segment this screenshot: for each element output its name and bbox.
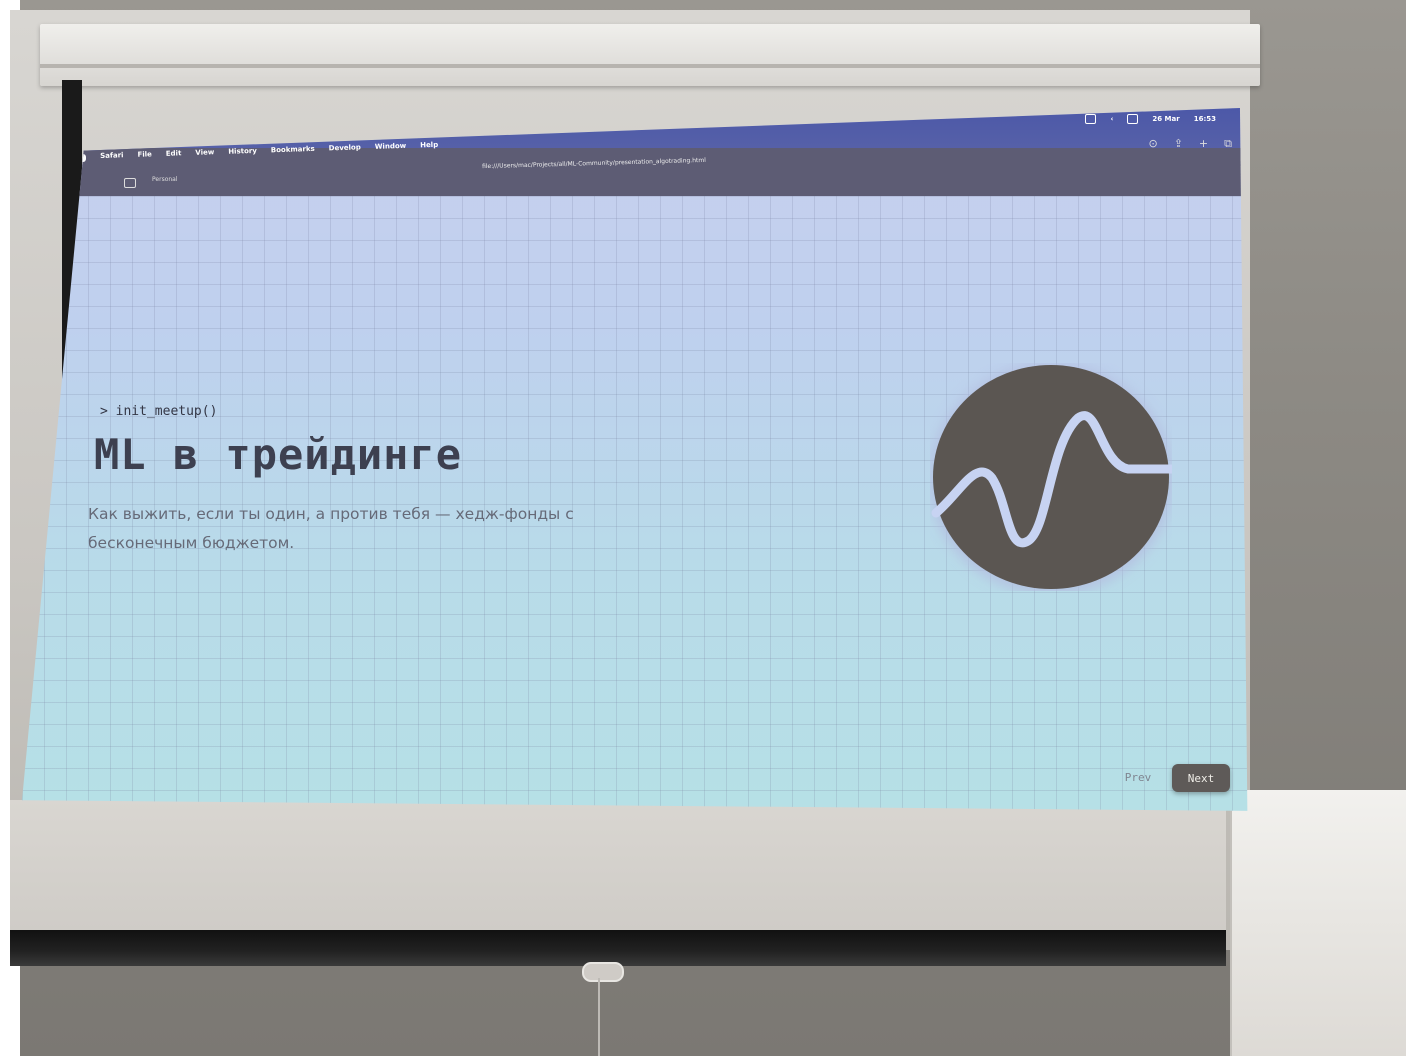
share-icon[interactable]: ⇪ xyxy=(1174,138,1183,149)
wave-logo-icon xyxy=(930,363,1172,591)
new-tab-icon[interactable]: + xyxy=(1199,138,1208,149)
menu-safari[interactable]: Safari xyxy=(100,151,124,160)
menu-view[interactable]: View xyxy=(195,148,214,157)
control-center-icon[interactable] xyxy=(1127,114,1139,124)
slide-title: ML в трейдинге xyxy=(94,430,463,479)
screen-case xyxy=(40,24,1260,86)
menu-bookmarks[interactable]: Bookmarks xyxy=(271,145,315,154)
next-button[interactable]: Next xyxy=(1172,764,1230,792)
slide-prompt: > init_meetup() xyxy=(100,404,218,419)
status-time: 16:53 xyxy=(1193,115,1216,123)
prev-button[interactable]: Prev xyxy=(1110,764,1166,790)
pull-cord xyxy=(598,978,600,1056)
download-icon[interactable]: ⊙ xyxy=(1148,138,1157,149)
back-chevron-icon[interactable]: ‹ xyxy=(1110,115,1113,123)
pull-handle xyxy=(582,962,624,982)
screen-lower-area xyxy=(10,800,1226,930)
slide-subtitle: Как выжить, если ты один, а против тебя … xyxy=(88,505,574,552)
side-cabinet xyxy=(1230,790,1406,1056)
sidebar-icon[interactable] xyxy=(124,178,136,188)
tabs-overview-icon[interactable]: ⧉ xyxy=(1224,138,1232,149)
menu-history[interactable]: History xyxy=(228,147,257,156)
menu-develop[interactable]: Develop xyxy=(329,143,361,152)
menu-help[interactable]: Help xyxy=(420,141,438,150)
profile-selector[interactable]: Personal xyxy=(152,176,178,183)
screen-bottom-rod xyxy=(10,930,1226,966)
browser-actions: ⊙ ⇪ + ⧉ xyxy=(1148,138,1232,149)
status-date: 26 Mar xyxy=(1152,115,1180,123)
projected-slide: Safari File Edit View History Bookmarks … xyxy=(22,108,1248,811)
battery-icon[interactable] xyxy=(1085,114,1097,124)
menu-file[interactable]: File xyxy=(137,150,152,158)
status-area: ‹ 26 Mar 16:53 xyxy=(1085,114,1216,124)
menu-window[interactable]: Window xyxy=(375,142,407,151)
menu-edit[interactable]: Edit xyxy=(166,149,182,158)
